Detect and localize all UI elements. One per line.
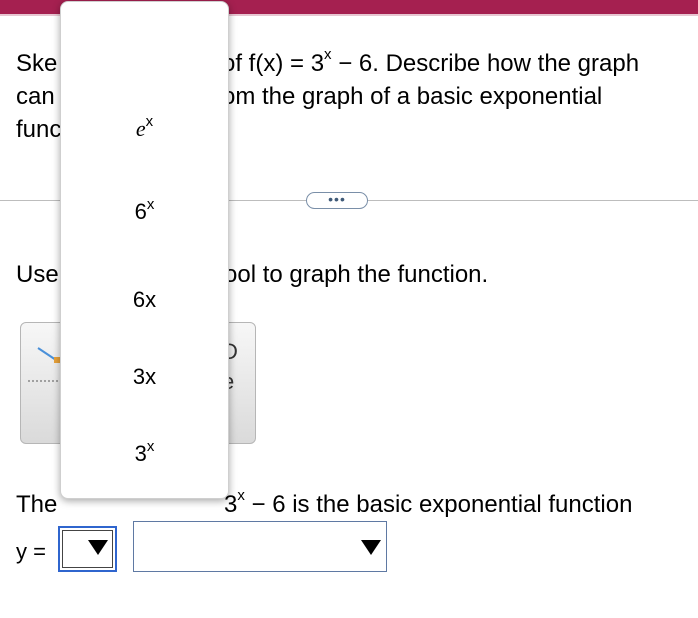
question-line-2-left: can — [16, 83, 55, 110]
chevron-down-icon[interactable] — [88, 540, 108, 555]
option-exponent: x — [146, 196, 155, 213]
option-6x[interactable]: 6x — [61, 287, 228, 313]
option-3-power-x[interactable]: 3x — [61, 438, 228, 470]
transformation-dropdown[interactable] — [133, 521, 387, 572]
answer-right: 3x − 6 is the basic exponential function — [224, 487, 633, 522]
question-text: of f(x) = 3 — [222, 50, 325, 77]
option-base: 3 — [134, 441, 147, 466]
question-line-3-left: func — [16, 116, 62, 143]
option-3x[interactable]: 3x — [61, 364, 228, 390]
question-text: − 6. Describe how the graph — [331, 50, 640, 77]
chevron-down-icon[interactable] — [361, 540, 381, 555]
question-exponent: x — [324, 46, 332, 63]
dashed-line-icon[interactable] — [28, 380, 62, 384]
option-e-power-x[interactable]: ex — [61, 113, 228, 145]
option-exponent: x — [145, 113, 154, 130]
option-base: e — [135, 116, 146, 141]
option-exponent: x — [146, 438, 155, 455]
answer-text: − 6 is the basic exponential function — [244, 491, 633, 518]
instruction-left: Use — [16, 261, 59, 288]
dropdown-options-list: ex 6x 6x 3x 3x — [60, 1, 229, 499]
expand-more-button[interactable]: ••• — [306, 192, 368, 209]
option-6-power-x[interactable]: 6x — [61, 196, 228, 228]
answer-exponent: x — [237, 487, 245, 504]
option-base: 6 — [134, 199, 147, 224]
pencil-icon[interactable] — [36, 344, 62, 366]
question-line-1-left: Ske — [16, 50, 58, 77]
y-equals-label: y = — [16, 539, 46, 564]
answer-left: The — [16, 491, 58, 518]
question-line-2-right: om the graph of a basic exponential — [222, 83, 603, 110]
question-line-1-right: of f(x) = 3x − 6. Describe how the graph — [222, 46, 640, 81]
instruction-right: ool to graph the function. — [224, 261, 489, 288]
